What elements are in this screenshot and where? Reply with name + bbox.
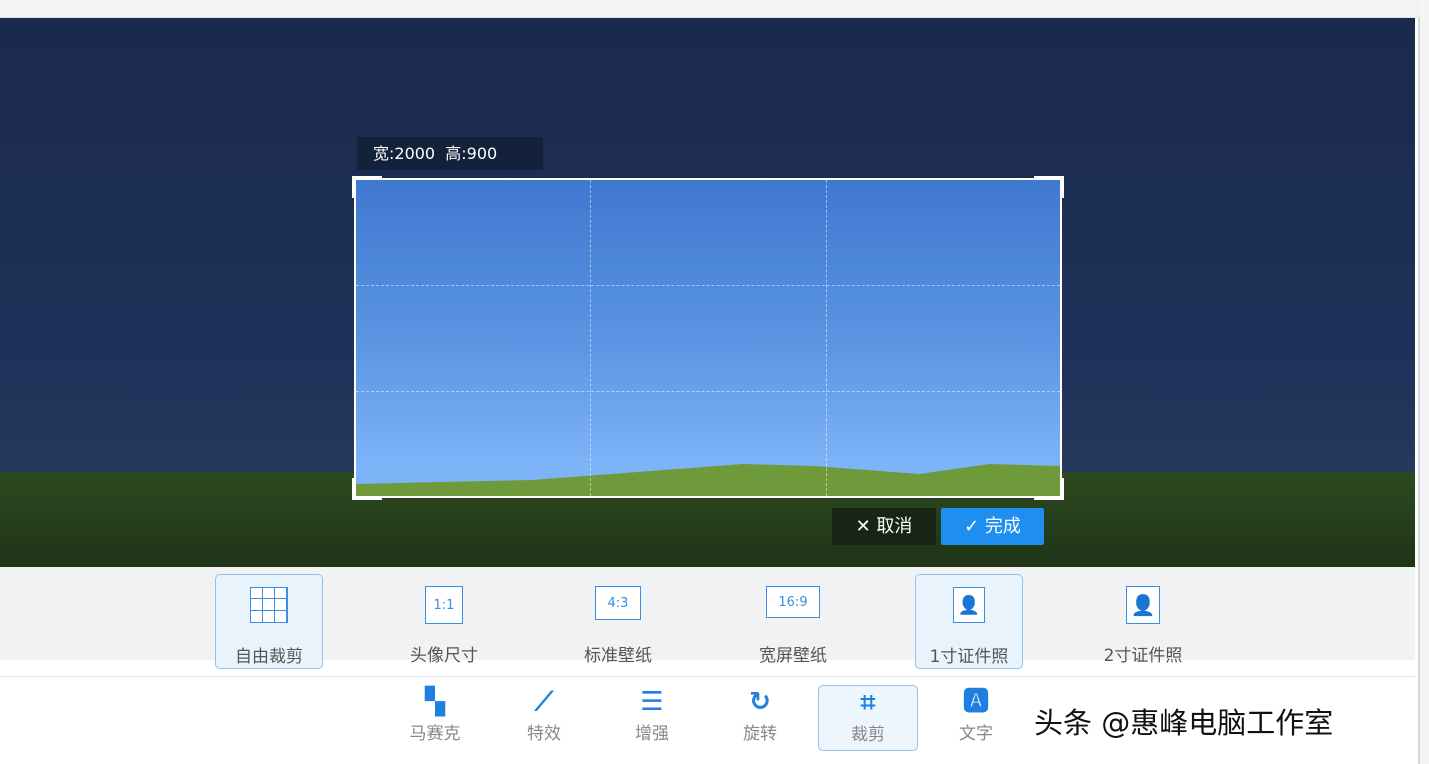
ratio-1-inch-id[interactable]: 👤 1寸证件照: [915, 574, 1023, 669]
ratio-2-inch-id[interactable]: 👤 2寸证件照: [1089, 574, 1197, 669]
top-bar: [0, 0, 1420, 18]
ratio-label: 头像尺寸: [390, 641, 498, 666]
grid-line: [356, 391, 1060, 392]
text-icon: 🅰: [926, 685, 1026, 719]
ratio-label: 2寸证件照: [1089, 641, 1197, 666]
done-button[interactable]: ✓ 完成: [941, 508, 1044, 545]
tool-effects[interactable]: ⟋特效: [494, 685, 594, 751]
crop-handle-top-right[interactable]: [1034, 176, 1064, 198]
sliders-icon: ☰: [602, 685, 702, 719]
tool-label: 文字: [926, 719, 1026, 744]
ratio-free[interactable]: 自由裁剪: [215, 574, 323, 669]
crop-box[interactable]: [354, 178, 1062, 498]
tool-text[interactable]: 🅰文字: [926, 685, 1026, 751]
ratio-label: 1寸证件照: [916, 642, 1022, 667]
grid-line: [356, 285, 1060, 286]
crop-icon: ⌗: [819, 686, 917, 720]
mosaic-icon: ▚: [385, 685, 485, 719]
close-icon: ✕: [856, 516, 877, 537]
rotate-icon: ↻: [710, 685, 810, 719]
ratio-label: 自由裁剪: [216, 642, 322, 667]
ratio-16-9[interactable]: 16:9 宽屏壁纸: [739, 574, 847, 669]
tool-mosaic[interactable]: ▚马赛克: [385, 685, 485, 751]
cancel-label: 取消: [876, 516, 912, 537]
crop-size-label: 宽:2000 高:900: [357, 137, 543, 170]
tool-enhance[interactable]: ☰增强: [602, 685, 702, 751]
tool-crop[interactable]: ⌗裁剪: [818, 685, 918, 751]
tool-label: 裁剪: [819, 720, 917, 745]
photo-hills: [356, 456, 1060, 496]
tool-rotate[interactable]: ↻旋转: [710, 685, 810, 751]
ratio-label: 宽屏壁纸: [739, 641, 847, 666]
crop-handle-bottom-right[interactable]: [1034, 478, 1064, 500]
grid-line: [826, 180, 827, 496]
watermark: 头条 @惠峰电脑工作室: [1034, 700, 1333, 742]
ratio-16-9-icon: 16:9: [766, 586, 820, 618]
person-icon: 👤: [953, 587, 985, 623]
tool-label: 特效: [494, 719, 594, 744]
tool-label: 增强: [602, 719, 702, 744]
ratio-4-3-icon: 4:3: [595, 586, 641, 620]
crop-handle-bottom-left[interactable]: [352, 478, 382, 500]
ratio-1-1[interactable]: 1:1 头像尺寸: [390, 574, 498, 669]
cancel-button[interactable]: ✕ 取消: [832, 508, 936, 545]
crop-handle-top-left[interactable]: [352, 176, 382, 198]
grid-icon: [250, 587, 288, 623]
crop-ratio-panel: 自由裁剪 1:1 头像尺寸 4:3 标准壁纸 16:9 宽屏壁纸 👤 1寸证件照…: [0, 567, 1415, 660]
ratio-label: 标准壁纸: [564, 641, 672, 666]
magic-wand-icon: ⟋: [494, 685, 594, 719]
tool-label: 旋转: [710, 719, 810, 744]
tool-label: 马赛克: [385, 719, 485, 744]
check-icon: ✓: [964, 516, 985, 537]
editor-window: 宽:2000 高:900 ✕ 取消 ✓ 完成 自由裁剪 1:1 头像尺寸 4:3…: [0, 0, 1420, 764]
done-label: 完成: [985, 516, 1021, 537]
grid-line: [590, 180, 591, 496]
ratio-1-1-icon: 1:1: [425, 586, 463, 624]
person-icon: 👤: [1126, 586, 1160, 624]
ratio-4-3[interactable]: 4:3 标准壁纸: [564, 574, 672, 669]
